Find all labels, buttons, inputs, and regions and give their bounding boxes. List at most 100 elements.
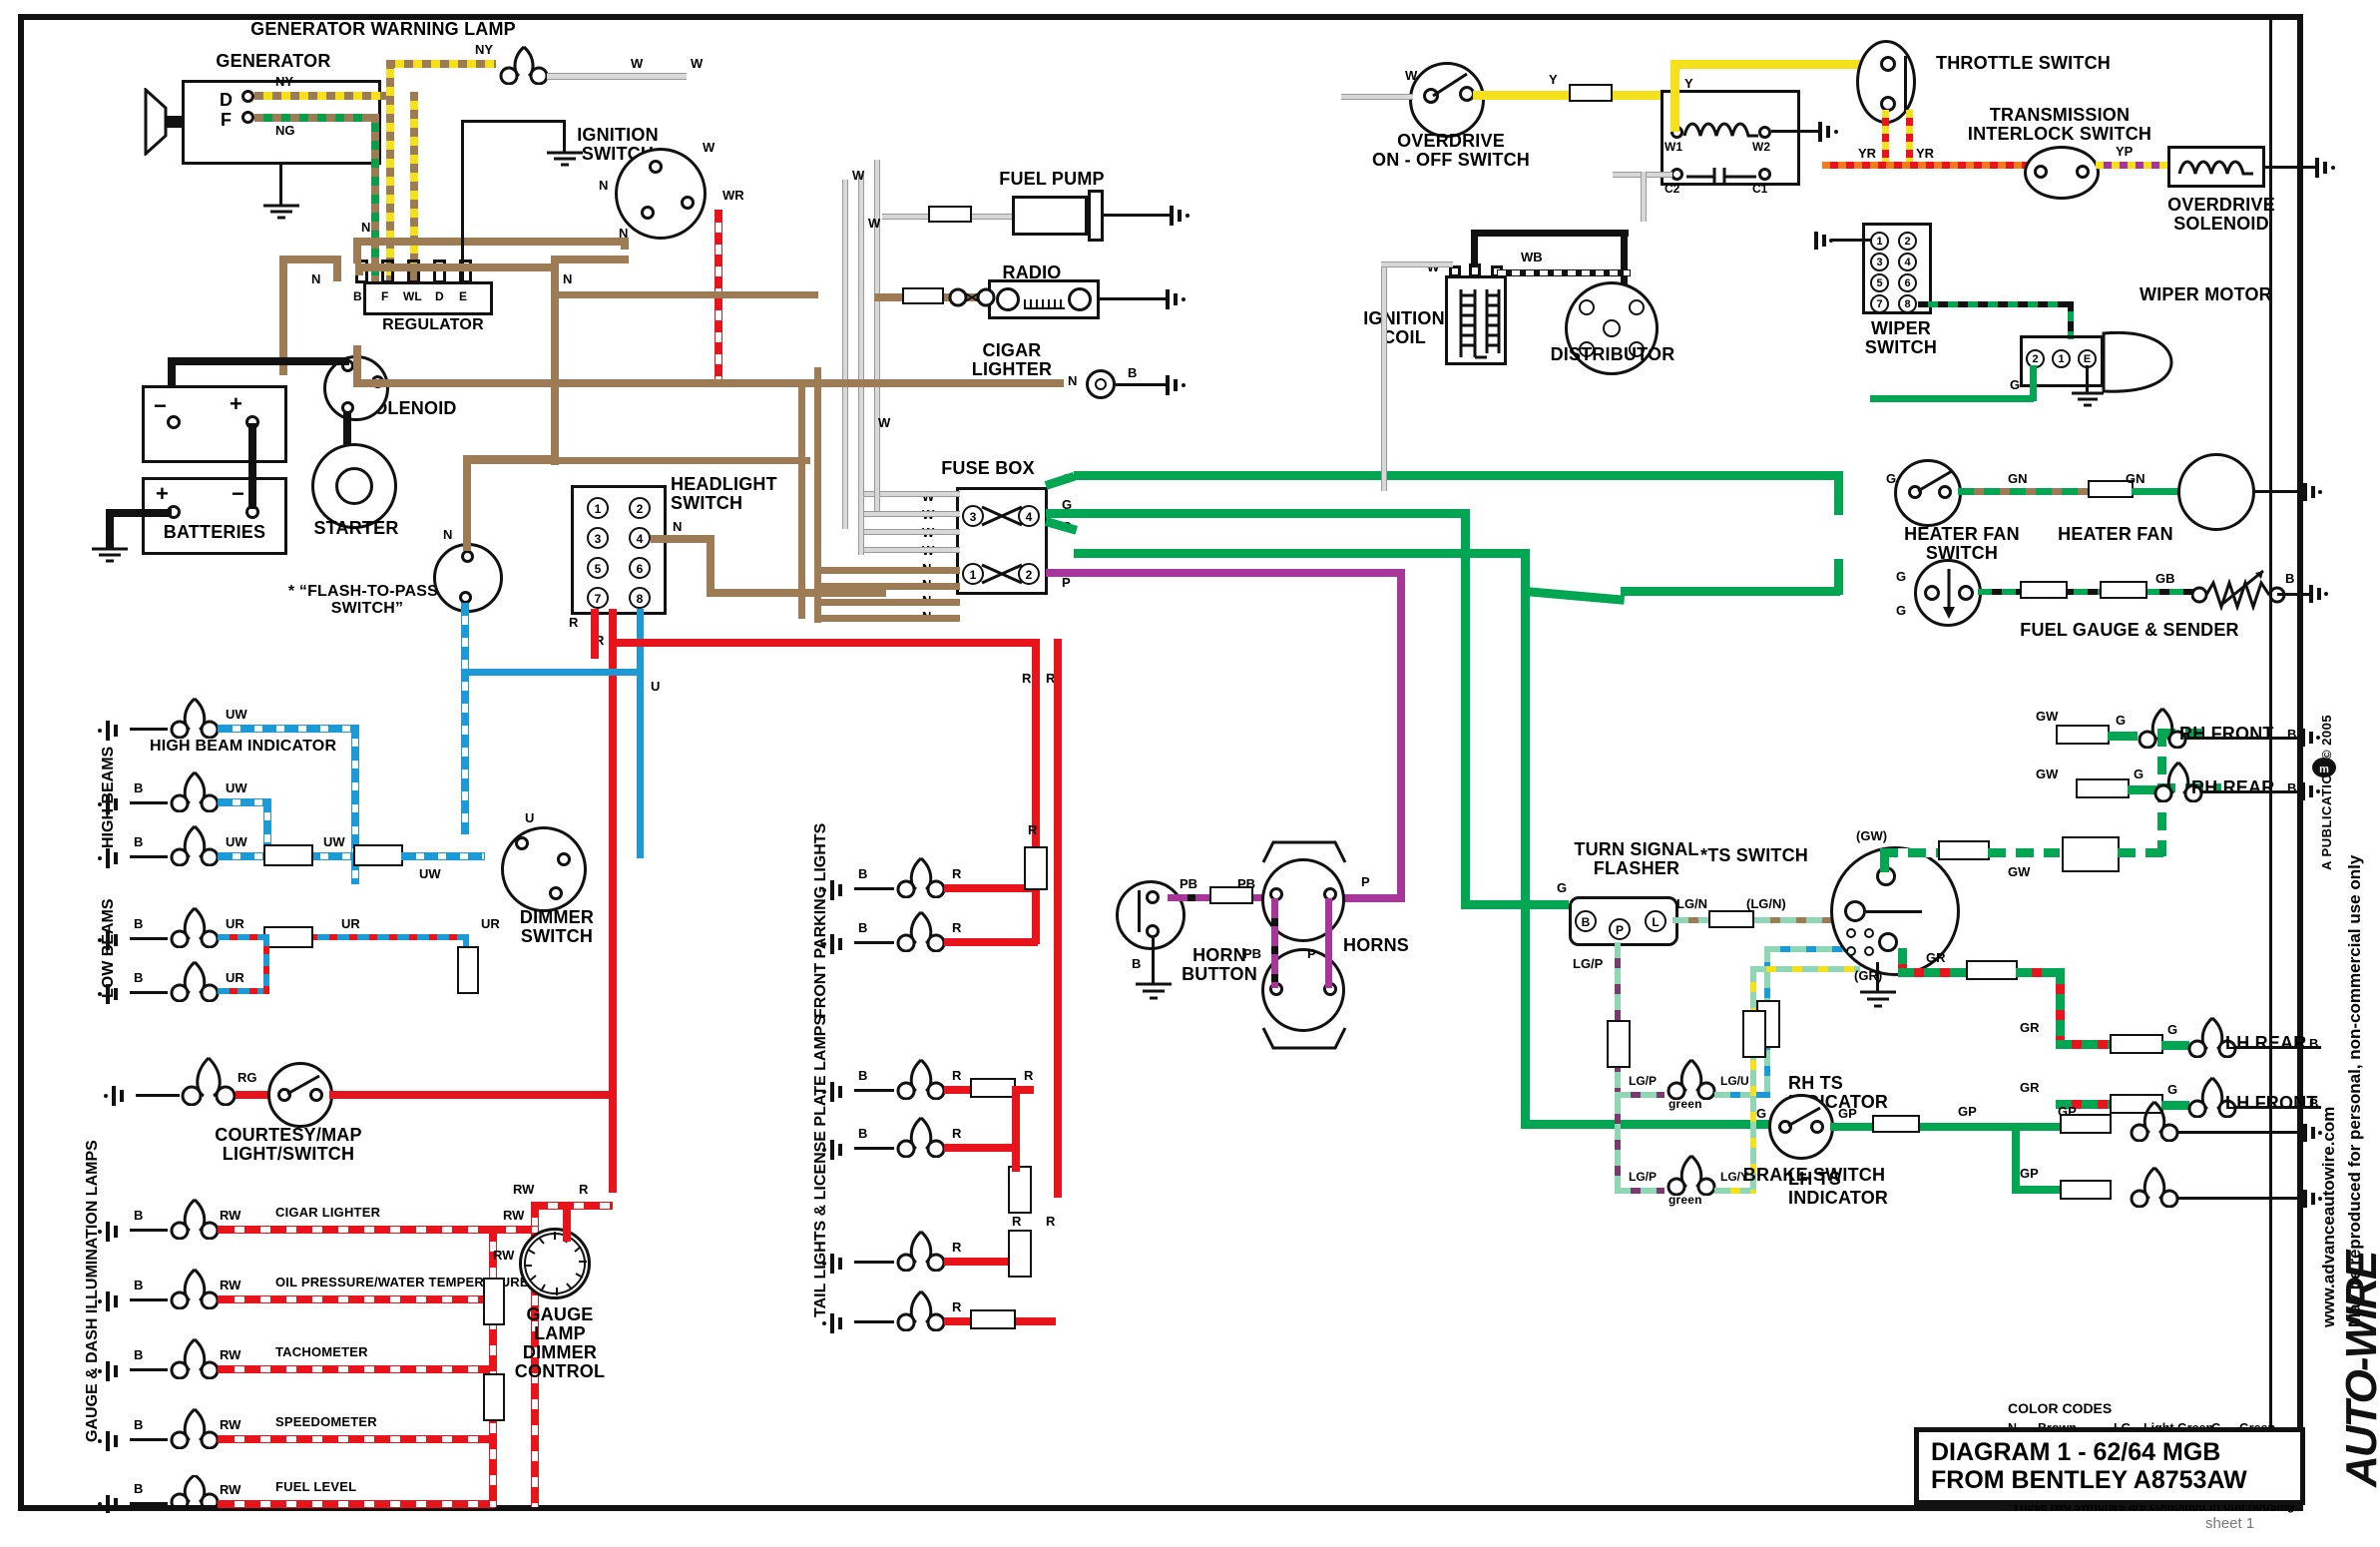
wire-gp-stop1 [2012, 1123, 2064, 1131]
headlight-switch-terminal-4[interactable]: 4 [629, 527, 651, 549]
flash-to-pass-terminal-top [461, 550, 474, 563]
lb2-gnd-lead [130, 991, 168, 994]
wire-g-mid [1074, 509, 1469, 518]
cigar-ground [1164, 373, 1191, 402]
wiper-switch-terminal-4[interactable]: 4 [1898, 253, 1917, 271]
throttle-terminal-top [1880, 56, 1896, 72]
dash-lamp-bulb-5 [164, 1473, 226, 1512]
wire-label-b-fuelsender: B [2285, 571, 2295, 586]
headlight-switch-terminal-1[interactable]: 1 [587, 497, 609, 519]
wiper-switch-terminal-1[interactable]: 1 [1870, 232, 1889, 251]
wire-heaterfan-gnd [2255, 490, 2303, 493]
wire-u-ftp-down [461, 603, 469, 834]
relay-coil [1682, 118, 1760, 147]
headlight-switch-terminal-3[interactable]: 3 [587, 527, 609, 549]
wire-gr-lhrear [2056, 1040, 2116, 1049]
overdrive-switch-lever [1429, 72, 1473, 105]
cable-battery-solenoid [168, 357, 349, 365]
headlight-switch-terminal-5[interactable]: 5 [587, 557, 609, 579]
battery-bot-neg: − [232, 481, 244, 506]
overdrive-solenoid-coil [2177, 156, 2255, 183]
radio-knob-right [1068, 287, 1092, 311]
wiper-switch-terminal-7[interactable]: 7 [1870, 294, 1889, 313]
courtesy-ground [100, 1084, 136, 1113]
wire-b-lhrear [2235, 1046, 2321, 1049]
wiper-motor-ground [2070, 391, 2106, 414]
headlight-switch-terminal-8[interactable]: 8 [629, 587, 651, 609]
wire-lgu [1714, 1092, 1770, 1098]
wire-label-r-tl2: R [952, 1126, 962, 1141]
wiper-switch-terminal-3[interactable]: 3 [1870, 253, 1889, 271]
wire-label-ur-lb1: UR [226, 916, 244, 931]
cigar-lighter-center [1095, 378, 1107, 390]
wire-r-tl-link2 [1012, 1144, 1020, 1172]
sidebar-publication: A PUBLICATION © 2005 [2319, 714, 2334, 870]
color-codes-heading: COLOR CODES [2008, 1400, 2113, 1416]
dimmer-switch-body[interactable] [501, 826, 587, 912]
connector-rhrear [2076, 778, 2130, 798]
dash5-gnd-lead [130, 1502, 168, 1505]
label-distributor: DISTRIBUTOR [1550, 344, 1675, 364]
interlock-terminal-left [2034, 165, 2048, 179]
wire-label-rw-dimmer: RW [513, 1182, 535, 1197]
horn-button-ground [1134, 982, 1174, 1007]
wire-ur-lb-link [263, 934, 269, 994]
wire-label-gp-2: GP [1958, 1104, 1977, 1119]
wire-n-fuse-top [551, 291, 818, 298]
headlight-switch-terminal-2[interactable]: 2 [629, 497, 651, 519]
wire-g-brake-down [1521, 549, 1530, 1128]
wire-g-low [1074, 549, 1529, 558]
wire-label-u-dimmer: U [525, 810, 535, 825]
headlight-switch-body[interactable] [571, 485, 667, 615]
connector-rhfront [2056, 725, 2110, 745]
dash-lamp-name-1: CIGAR LIGHTER [275, 1205, 381, 1220]
fp1-gnd-lead [854, 887, 894, 890]
wire-label-rw-dash2: RW [220, 1278, 241, 1292]
generator-warning-lamp-bulb [493, 45, 555, 90]
dash2-gnd-lead [130, 1298, 168, 1301]
headlight-switch-terminal-6[interactable]: 6 [629, 557, 651, 579]
wiper-switch-terminal-8[interactable]: 8 [1898, 294, 1917, 313]
connector-stop-2 [2060, 1180, 2112, 1200]
wire-b-stop1 [2177, 1131, 2303, 1134]
wire-n-b-left [279, 256, 339, 263]
lb1-ground [94, 928, 130, 957]
wire-label-g-wiper: G [2010, 377, 2021, 392]
wire-yr-riser2 [1906, 110, 1913, 168]
ignition-switch-terminal-right [681, 196, 695, 210]
label-generator: GENERATOR [216, 51, 331, 71]
wire-label-b-dash2: B [134, 1278, 144, 1292]
wiper-switch-terminal-6[interactable]: 6 [1898, 273, 1917, 292]
wire-w-coil-left [1381, 261, 1387, 491]
wire-label-g-fg2: G [1896, 603, 1907, 618]
tl1-ground [818, 1080, 854, 1109]
wire-n-hl4-right [707, 589, 886, 597]
label-rh-rear: RH REAR [2191, 777, 2275, 797]
label-headlight-switch: HEADLIGHT SWITCH [671, 474, 777, 513]
wire-b-rhfront [2185, 737, 2301, 740]
front-parking-bulb-2 [890, 910, 952, 957]
wire-lgy-riser [1750, 966, 1756, 1194]
wire-r-fp-long [1032, 639, 1040, 812]
tl3-ground [818, 1252, 854, 1281]
dash-lamp-name-5: FUEL LEVEL [275, 1479, 357, 1494]
wire-g-flasher [1461, 900, 1569, 909]
headlight-switch-terminal-7[interactable]: 7 [587, 587, 609, 609]
wire-lgy-top [1750, 966, 1860, 972]
wire-n-regulator-bus [355, 263, 555, 271]
wire-label-r-tl1: R [952, 1068, 962, 1083]
wiper-switch-terminal-2[interactable]: 2 [1898, 232, 1917, 251]
wire-label-n-hl: N [673, 519, 683, 534]
wire-label-b-tl1: B [858, 1068, 868, 1083]
fuse-fuelpump [928, 206, 972, 223]
heater-fan-ground [2301, 481, 2325, 508]
wire-label-b-cigar: B [1128, 365, 1138, 380]
wire-wb-distributor [1497, 269, 1631, 276]
wire-label-g-flasher: G [1557, 880, 1568, 895]
wire-n-bus-down [353, 238, 361, 263]
dash-lamp-bulb-2 [164, 1268, 226, 1314]
tail-bulb-3 [890, 1230, 952, 1277]
wiper-switch-terminal-5[interactable]: 5 [1870, 273, 1889, 292]
dash-lamp-name-3: TACHOMETER [275, 1344, 368, 1359]
wire-w-od-in [1341, 94, 1413, 100]
